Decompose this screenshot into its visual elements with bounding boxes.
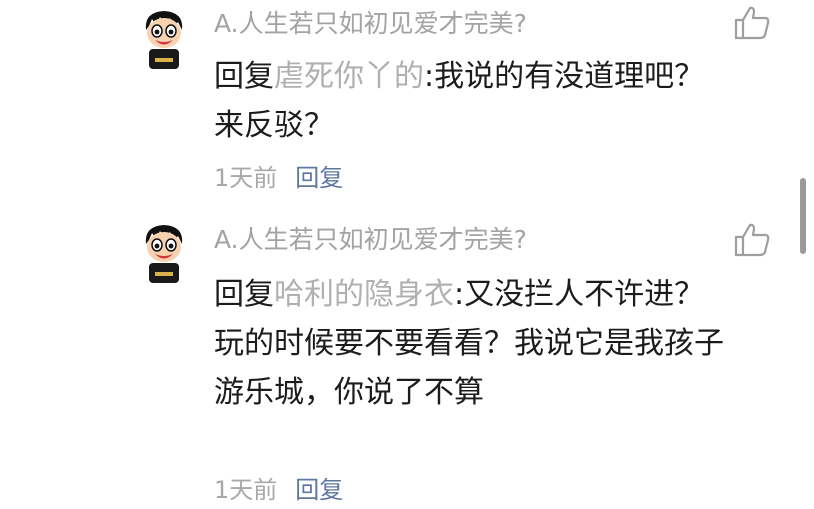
cartoon-boy-avatar-icon bbox=[145, 225, 183, 283]
thumbs-up-icon bbox=[734, 6, 770, 40]
like-button[interactable] bbox=[733, 5, 771, 41]
reply-button[interactable]: 回复 bbox=[295, 476, 343, 504]
comment-content: 回复哈利的隐身衣:又没拦人不许进？玩的时候要不要看看？我说它是我孩子游乐城，你说… bbox=[214, 270, 734, 417]
comment-meta: 1天前 回复 bbox=[214, 162, 343, 194]
username[interactable]: A.人生若只如初见爱才完美? bbox=[214, 8, 527, 40]
avatar[interactable] bbox=[140, 222, 188, 286]
reply-button[interactable]: 回复 bbox=[295, 164, 343, 192]
reply-prefix: 回复 bbox=[214, 277, 274, 312]
timestamp: 1天前 bbox=[214, 476, 278, 504]
mention-link[interactable]: 哈利的隐身衣 bbox=[274, 277, 454, 312]
comment-content: 回复虐死你丫的:我说的有没道理吧？来反驳？ bbox=[214, 52, 734, 150]
mention-link[interactable]: 虐死你丫的 bbox=[274, 59, 424, 94]
reply-prefix: 回复 bbox=[214, 59, 274, 94]
scrollbar[interactable] bbox=[800, 178, 806, 254]
timestamp: 1天前 bbox=[214, 164, 278, 192]
avatar[interactable] bbox=[140, 8, 188, 72]
cartoon-boy-avatar-icon bbox=[145, 11, 183, 69]
username[interactable]: A.人生若只如初见爱才完美? bbox=[214, 224, 527, 256]
thumbs-up-icon bbox=[734, 223, 770, 257]
comment-meta: 1天前 回复 bbox=[214, 474, 343, 506]
like-button[interactable] bbox=[733, 222, 771, 258]
